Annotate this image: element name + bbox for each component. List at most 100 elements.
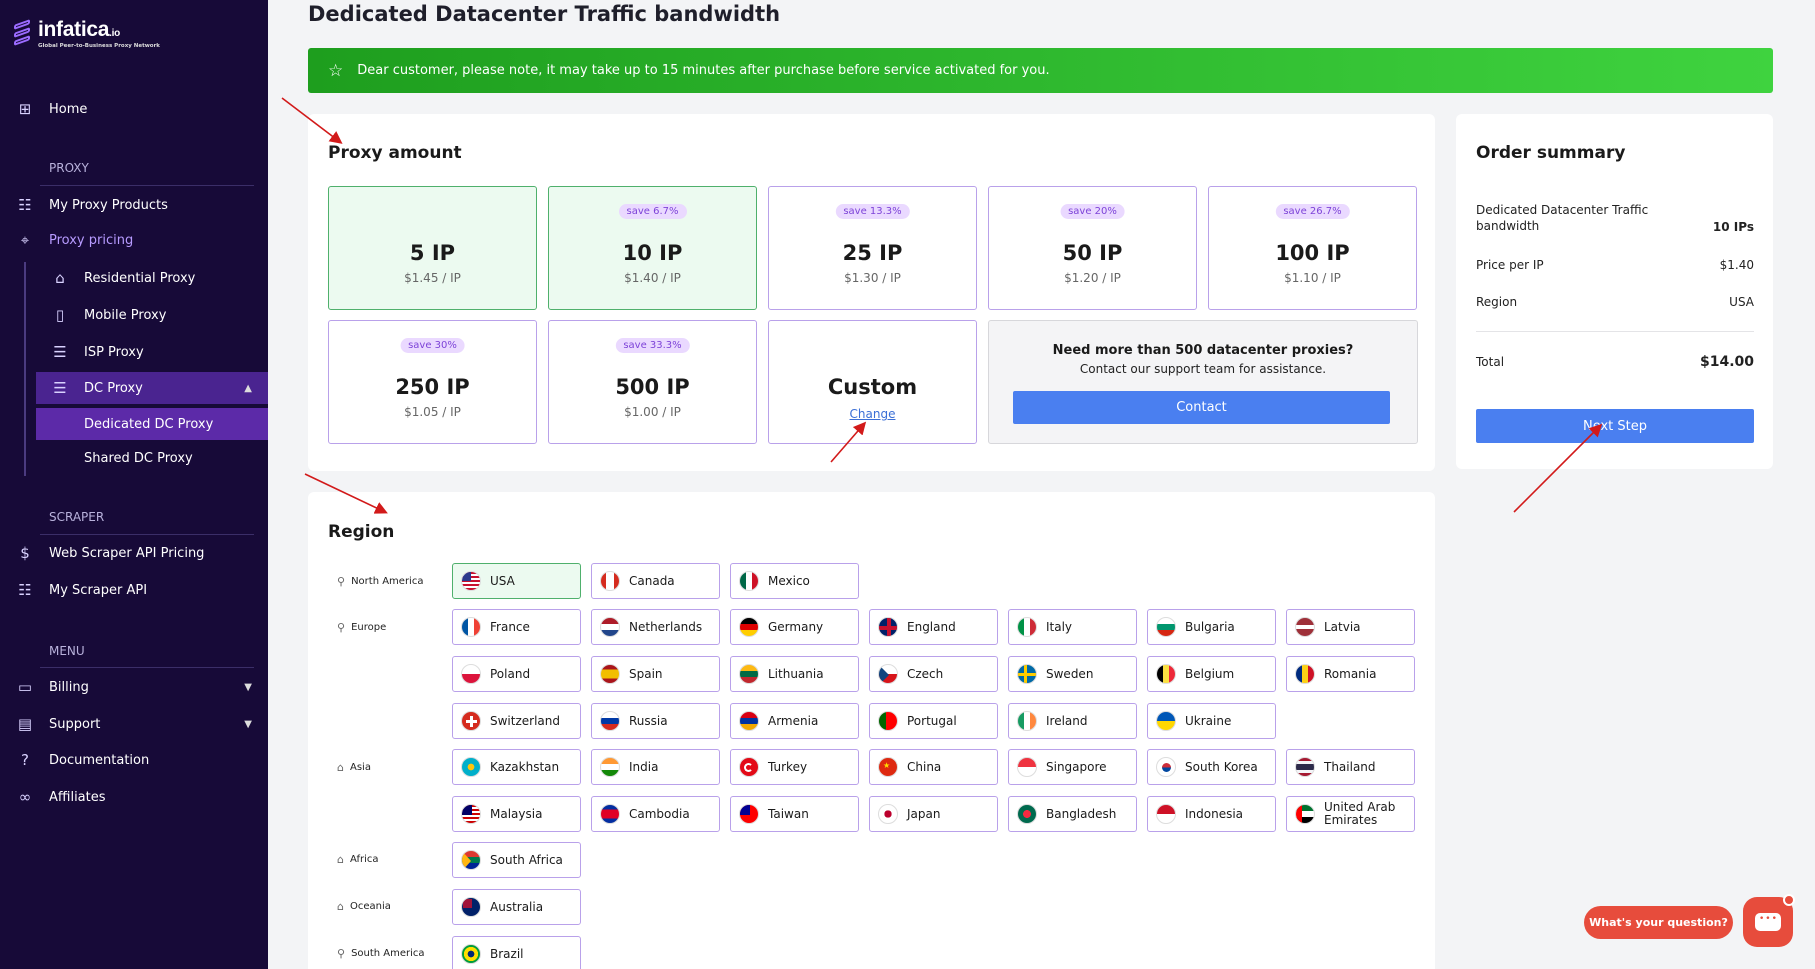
region-group-oceania: ⌂ Oceania — [337, 900, 391, 913]
country-usa[interactable]: USA — [452, 563, 581, 599]
country-latvia[interactable]: Latvia — [1286, 609, 1415, 645]
country-japan[interactable]: Japan — [869, 796, 998, 832]
country-armenia[interactable]: Armenia — [730, 703, 859, 739]
country-australia[interactable]: Australia — [452, 889, 581, 925]
country-mexico[interactable]: Mexico — [730, 563, 859, 599]
country-india[interactable]: India — [591, 749, 720, 785]
country-bangladesh[interactable]: Bangladesh — [1008, 796, 1137, 832]
country-singapore[interactable]: Singapore — [1008, 749, 1137, 785]
country-canada[interactable]: Canada — [591, 563, 720, 599]
next-step-button[interactable]: Next Step — [1476, 409, 1754, 443]
country-belgium[interactable]: Belgium — [1147, 656, 1276, 692]
change-link[interactable]: Change — [769, 407, 976, 421]
region-group-label: Africa — [349, 854, 379, 865]
brand-logo[interactable]: infatica.io Global Peer-to-Business Prox… — [12, 16, 160, 50]
country-label: Romania — [1324, 666, 1377, 681]
amount-option-100[interactable]: save 26.7% 100 IP $1.10 / IP — [1208, 186, 1417, 310]
country-south-korea[interactable]: South Korea — [1147, 749, 1276, 785]
sidebar-item-label: My Scraper API — [49, 582, 148, 598]
sidebar-item-residential-proxy[interactable]: ⌂ Residential Proxy — [0, 262, 268, 294]
logo-tld: .io — [109, 27, 120, 39]
country-russia[interactable]: Russia — [591, 703, 720, 739]
country-taiwan[interactable]: Taiwan — [730, 796, 859, 832]
uk-flag-icon — [878, 617, 898, 637]
country-ukraine[interactable]: Ukraine — [1147, 703, 1276, 739]
amount-option-custom[interactable]: Custom Change — [768, 320, 977, 444]
page-title: Dedicated Datacenter Traffic bandwidth — [308, 2, 781, 26]
kazakhstan-flag-icon — [461, 757, 481, 777]
country-cambodia[interactable]: Cambodia — [591, 796, 720, 832]
country-ireland[interactable]: Ireland — [1008, 703, 1137, 739]
country-brazil[interactable]: Brazil — [452, 936, 581, 969]
region-group-label: South America — [351, 948, 425, 959]
sidebar-item-dedicated-dc-proxy[interactable]: Dedicated DC Proxy — [36, 408, 268, 440]
country-netherlands[interactable]: Netherlands — [591, 609, 720, 645]
turkey-flag-icon — [739, 757, 759, 777]
chat-bubble[interactable]: What's your question? — [1584, 906, 1733, 939]
summary-total-value: $14.00 — [1699, 354, 1754, 370]
sidebar-item-support[interactable]: ▤ Support ▼ — [0, 708, 268, 740]
latvia-flag-icon — [1295, 617, 1315, 637]
thailand-flag-icon — [1295, 757, 1315, 777]
amount-option-5[interactable]: 5 IP $1.45 / IP — [328, 186, 537, 310]
country-germany[interactable]: Germany — [730, 609, 859, 645]
country-portugal[interactable]: Portugal — [869, 703, 998, 739]
country-label: Brazil — [490, 946, 524, 961]
contact-button[interactable]: Contact — [1013, 391, 1390, 424]
country-label: Malaysia — [490, 806, 543, 821]
chevron-up-icon: ▲ — [244, 382, 252, 394]
sidebar-item-home[interactable]: ⊞ Home — [0, 93, 268, 125]
amount-option-250[interactable]: save 30% 250 IP $1.05 / IP — [328, 320, 537, 444]
country-thailand[interactable]: Thailand — [1286, 749, 1415, 785]
sidebar-item-documentation[interactable]: ? Documentation — [0, 744, 268, 776]
country-italy[interactable]: Italy — [1008, 609, 1137, 645]
country-france[interactable]: France — [452, 609, 581, 645]
divider — [40, 185, 254, 186]
country-lithuania[interactable]: Lithuania — [730, 656, 859, 692]
country-label: China — [907, 759, 942, 774]
list-icon: ☷ — [18, 196, 32, 214]
sidebar-item-proxy-pricing[interactable]: ⌖ Proxy pricing — [0, 224, 268, 256]
section-proxy: PROXY — [49, 161, 89, 175]
sidebar-item-billing[interactable]: ▭ Billing ▼ — [0, 671, 268, 703]
sidebar-item-my-proxy-products[interactable]: ☷ My Proxy Products — [0, 189, 268, 221]
card-icon: ▭ — [17, 678, 33, 696]
sidebar-item-shared-dc-proxy[interactable]: Shared DC Proxy — [0, 442, 268, 474]
amount-option-10[interactable]: save 6.7% 10 IP $1.40 / IP — [548, 186, 757, 310]
pin-icon: ☆ — [328, 60, 344, 81]
country-spain[interactable]: Spain — [591, 656, 720, 692]
country-malaysia[interactable]: Malaysia — [452, 796, 581, 832]
country-switzerland[interactable]: Switzerland — [452, 703, 581, 739]
country-indonesia[interactable]: Indonesia — [1147, 796, 1276, 832]
sidebar-item-label: Shared DC Proxy — [84, 450, 193, 466]
sidebar-item-dc-proxy[interactable]: ☰ DC Proxy ▲ — [36, 372, 268, 404]
country-uae[interactable]: United Arab Emirates — [1286, 796, 1415, 832]
country-poland[interactable]: Poland — [452, 656, 581, 692]
sidebar-item-web-scraper-api-pricing[interactable]: $ Web Scraper API Pricing — [0, 537, 268, 569]
country-england[interactable]: England — [869, 609, 998, 645]
country-south-africa[interactable]: South Africa — [452, 842, 581, 878]
china-flag-icon: ★ — [878, 757, 898, 777]
amount-option-50[interactable]: save 20% 50 IP $1.20 / IP — [988, 186, 1197, 310]
country-sweden[interactable]: Sweden — [1008, 656, 1137, 692]
country-label: Cambodia — [629, 806, 690, 821]
amount-option-25[interactable]: save 13.3% 25 IP $1.30 / IP — [768, 186, 977, 310]
sidebar-item-mobile-proxy[interactable]: ▯ Mobile Proxy — [0, 299, 268, 331]
country-kazakhstan[interactable]: Kazakhstan — [452, 749, 581, 785]
country-czech[interactable]: Czech — [869, 656, 998, 692]
amount-value: 100 IP — [1275, 241, 1350, 265]
germany-flag-icon — [739, 617, 759, 637]
logo-brand: infatica — [38, 17, 110, 41]
sidebar-item-isp-proxy[interactable]: ☰ ISP Proxy — [0, 336, 268, 368]
country-bulgaria[interactable]: Bulgaria — [1147, 609, 1276, 645]
summary-row-product: Dedicated Datacenter Traffic bandwidth 1… — [1476, 202, 1754, 234]
sidebar-item-affiliates[interactable]: ∞ Affiliates — [0, 781, 268, 813]
country-romania[interactable]: Romania — [1286, 656, 1415, 692]
country-label: Ukraine — [1185, 713, 1232, 728]
country-turkey[interactable]: Turkey — [730, 749, 859, 785]
country-china[interactable]: ★ China — [869, 749, 998, 785]
sweden-flag-icon — [1017, 664, 1037, 684]
sidebar-item-my-scraper-api[interactable]: ☷ My Scraper API — [0, 574, 268, 606]
amount-option-500[interactable]: save 33.3% 500 IP $1.00 / IP — [548, 320, 757, 444]
amount-price: $1.20 / IP — [1064, 271, 1121, 285]
